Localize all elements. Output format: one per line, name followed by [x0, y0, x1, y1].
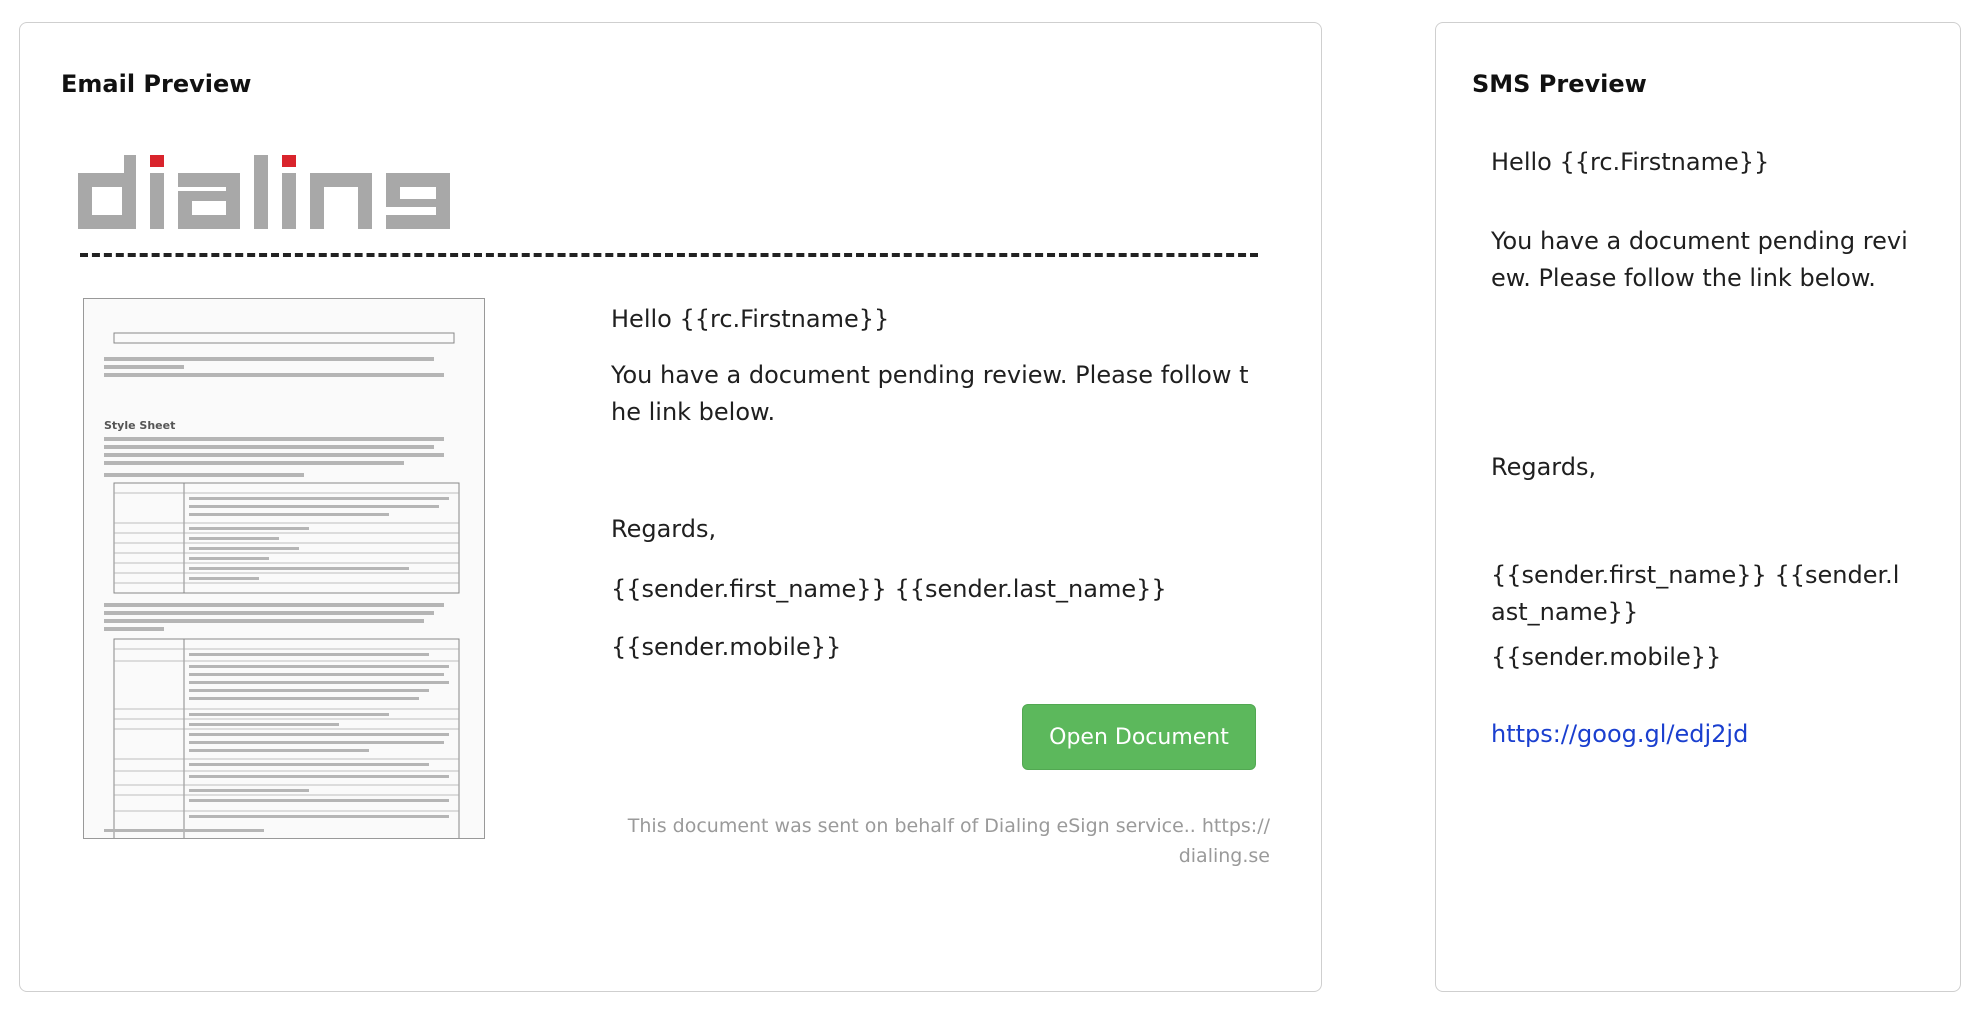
email-preview-title: Email Preview: [61, 70, 252, 98]
email-sender-name: {{sender.first_name}} {{sender.last_name…: [611, 575, 1167, 603]
sms-sender-name: {{sender.first_name}} {{sender.last_name…: [1491, 561, 1900, 626]
sms-preview-title: SMS Preview: [1472, 70, 1647, 98]
sms-body-text: You have a document pending review. Plea…: [1491, 227, 1908, 292]
thumb-heading: Style Sheet: [104, 419, 175, 432]
document-thumbnail: Style Sheet: [83, 298, 485, 839]
email-preview-panel: Email Preview Style Sheet Hello {{rc.Fir…: [19, 22, 1322, 992]
sms-sender-mobile: {{sender.mobile}}: [1491, 643, 1722, 671]
email-body-text: You have a document pending review. Plea…: [611, 361, 1249, 426]
dialing-logo: [78, 155, 450, 229]
sms-greeting: Hello {{rc.Firstname}}: [1491, 148, 1770, 176]
sms-regards: Regards,: [1491, 453, 1597, 481]
sms-document-link[interactable]: https://goog.gl/edj2jd: [1491, 716, 1911, 753]
dashed-divider: [80, 253, 1258, 257]
email-regards: Regards,: [611, 515, 717, 543]
sms-preview-panel: SMS Preview Hello {{rc.Firstname}} You h…: [1435, 22, 1961, 992]
email-greeting: Hello {{rc.Firstname}}: [611, 305, 890, 333]
email-sender-mobile: {{sender.mobile}}: [611, 633, 842, 661]
open-document-button[interactable]: Open Document: [1022, 704, 1256, 770]
email-footer-note: This document was sent on behalf of Dial…: [627, 815, 1270, 867]
